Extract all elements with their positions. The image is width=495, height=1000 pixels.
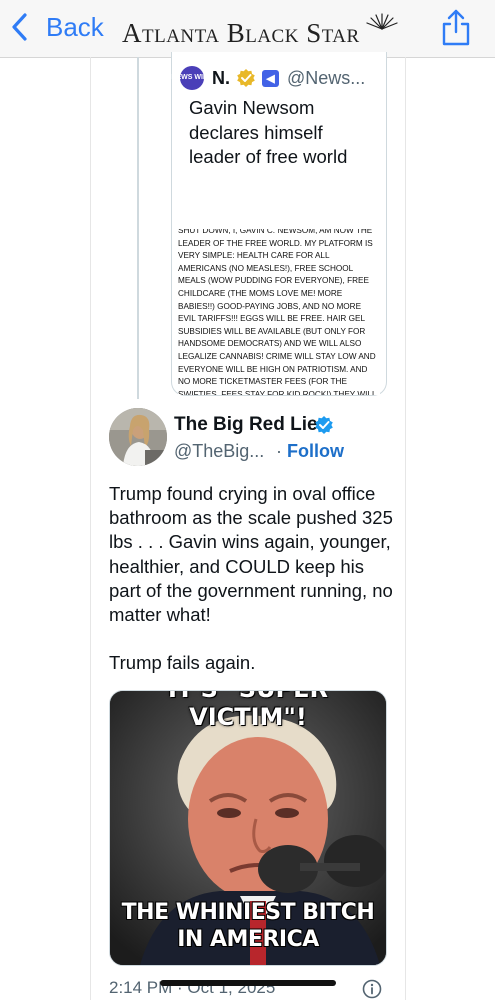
tweet-text: Trump found crying in oval office bathro… <box>109 483 393 674</box>
author-handle[interactable]: @TheBig... <box>174 441 264 462</box>
back-label: Back <box>46 11 104 42</box>
column-border-left <box>90 57 91 1000</box>
chevron-left-icon <box>12 13 27 41</box>
follow-button[interactable]: Follow <box>287 441 344 461</box>
star-burst-icon <box>366 13 398 30</box>
quoted-tweet-image-text: SHUT DOWN, I, GAVIN C. NEWSOM, AM NOW TH… <box>178 229 377 395</box>
affiliate-badge-icon: ◀ <box>262 69 279 87</box>
quoted-tweet-card[interactable]: NEWS WIRE N. ◀ @News... Gavin Newsom dec… <box>171 52 387 396</box>
top-navigation-bar: Back Atlanta Black Star <box>0 0 495 58</box>
quoted-tweet-image[interactable]: SHUT DOWN, I, GAVIN C. NEWSOM, AM NOW TH… <box>178 229 380 395</box>
thread-connector-line <box>137 57 139 399</box>
author-name[interactable]: The Big Red Lie <box>174 414 318 436</box>
quoted-tweet-header: NEWS WIRE N. ◀ @News... <box>171 66 365 90</box>
separator-dot: · <box>276 441 282 461</box>
share-icon[interactable] <box>440 8 472 46</box>
meme-top-caption: IT'S "SUPER VICTIM"! <box>168 691 328 731</box>
site-logo[interactable]: Atlanta Black Star <box>122 12 404 48</box>
info-icon[interactable] <box>362 979 382 999</box>
column-border-right <box>405 57 406 1000</box>
gold-verified-badge-icon <box>237 69 255 87</box>
verified-badge-icon <box>315 416 333 434</box>
quoted-tweet-author-name[interactable]: N. <box>212 68 230 89</box>
back-button[interactable]: Back <box>10 10 104 44</box>
avatar-photo <box>109 408 167 466</box>
author-avatar[interactable] <box>109 408 167 466</box>
quoted-tweet-text: Gavin Newsom declares himself leader of … <box>189 97 348 167</box>
follow-area: · Follow <box>276 441 344 462</box>
quoted-tweet-avatar[interactable]: NEWS WIRE <box>171 66 213 90</box>
quoted-tweet-handle[interactable]: @News... <box>287 68 365 89</box>
tweet-image[interactable]: IT'S "SUPER VICTIM"! THE WHINIEST BITCH … <box>109 690 387 966</box>
site-logo-text: Atlanta Black Star <box>122 18 360 48</box>
home-indicator[interactable] <box>160 980 336 986</box>
meme-bottom-caption: THE WHINIEST BITCH IN AMERICA <box>121 900 375 952</box>
